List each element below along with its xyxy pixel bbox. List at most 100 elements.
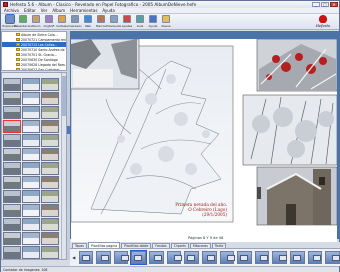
menu-album[interactable]: Album bbox=[52, 8, 65, 13]
photo-thumbnail[interactable] bbox=[41, 204, 59, 217]
photo-thumbnail[interactable] bbox=[41, 148, 59, 161]
photo-thumbnail[interactable] bbox=[3, 162, 21, 175]
photo-snowy-bench[interactable] bbox=[68, 38, 140, 90]
photo-thumbnail[interactable] bbox=[3, 106, 21, 119]
photo-thumbnail[interactable] bbox=[3, 134, 21, 147]
page-layout-template[interactable] bbox=[219, 251, 235, 264]
photo-caption[interactable]: Primera nevada del año. O Cebreiro (Lugo… bbox=[167, 202, 227, 217]
page-layout-template[interactable] bbox=[237, 251, 252, 264]
layout-photo-slot bbox=[173, 255, 182, 261]
photo-thumbnail[interactable] bbox=[3, 204, 21, 217]
photo-thumbnail[interactable] bbox=[22, 148, 40, 161]
image-edit-icon bbox=[45, 15, 53, 23]
photo-thumbnail[interactable] bbox=[3, 78, 21, 91]
folder-icon bbox=[16, 58, 20, 61]
photo-thumbnail[interactable] bbox=[3, 218, 21, 231]
photo-thumbnail[interactable] bbox=[22, 120, 40, 133]
page-indicator: Páginas 8 Y 9 de 48 bbox=[188, 236, 224, 240]
photo-thumbnail[interactable] bbox=[3, 92, 21, 105]
page-layout-template[interactable] bbox=[78, 251, 94, 264]
page-layout-template[interactable] bbox=[166, 251, 182, 264]
photo-thumbnail[interactable] bbox=[3, 246, 21, 259]
photo-thumbnail[interactable] bbox=[22, 232, 40, 245]
menu-archivo[interactable]: Archivo bbox=[4, 8, 19, 13]
menu-ayuda[interactable]: Ayuda bbox=[102, 8, 114, 13]
toolbar-button-web[interactable]: Web bbox=[82, 15, 94, 28]
photo-thumbnail[interactable] bbox=[41, 162, 59, 175]
toolbar-button-presentacion[interactable]: Presentacion bbox=[14, 15, 32, 28]
layout-photo-slot bbox=[154, 255, 163, 261]
page-layout-template[interactable] bbox=[325, 251, 340, 264]
folder-label: Album de Sierra Cala... bbox=[21, 32, 58, 37]
toolbar-button-impresion[interactable]: Impresion bbox=[68, 15, 82, 28]
album-spread: Primera nevada del año. O Cebreiro (Lugo… bbox=[68, 38, 338, 253]
photo-thumbnail[interactable] bbox=[22, 190, 40, 203]
thumbnail-grid bbox=[3, 78, 60, 259]
photo-thumbnail[interactable] bbox=[3, 190, 21, 203]
photo-thumbnail[interactable] bbox=[3, 232, 21, 245]
page-layout-template[interactable] bbox=[307, 251, 323, 264]
layout-photo-slot bbox=[81, 255, 90, 261]
toolbar-button-nueva[interactable]: Nueva bbox=[160, 15, 172, 28]
scrollbar-thumb[interactable] bbox=[62, 76, 66, 116]
photo-stone-church[interactable] bbox=[256, 166, 338, 226]
photo-thumbnail[interactable] bbox=[3, 176, 21, 189]
toolbar-button-guia[interactable]: Guia bbox=[134, 15, 146, 28]
layout-photo-slot bbox=[240, 255, 249, 261]
photo-thumbnail[interactable] bbox=[3, 148, 21, 161]
page-nav-arrow[interactable] bbox=[257, 187, 261, 199]
page-layout-template[interactable] bbox=[290, 251, 305, 264]
thumbnail-scrollbar[interactable] bbox=[61, 73, 66, 259]
photo-thumbnail[interactable] bbox=[41, 190, 59, 203]
minimize-button[interactable]: _ bbox=[312, 2, 320, 7]
photo-thumbnail[interactable] bbox=[41, 106, 59, 119]
album-canvas[interactable]: Primera nevada del año. O Cebreiro (Lugo… bbox=[68, 31, 340, 253]
photo-thumbnail[interactable] bbox=[41, 134, 59, 147]
menu-herramientas[interactable]: Herramientas bbox=[70, 8, 97, 13]
scroll-left-icon[interactable]: ◀ bbox=[72, 253, 76, 263]
photo-thumbnail[interactable] bbox=[41, 120, 59, 133]
toolbar-button-label: Previsualiz. bbox=[106, 24, 122, 28]
toolbar-button-previsualiz[interactable]: Previsualiz. bbox=[106, 15, 122, 28]
toolbar-button-imgsoft[interactable]: ImgSoft bbox=[43, 15, 55, 28]
page-layout-template[interactable] bbox=[184, 251, 199, 264]
page-layout-template[interactable] bbox=[272, 251, 288, 264]
photo-thumbnail[interactable] bbox=[41, 232, 59, 245]
photo-thumbnail[interactable] bbox=[22, 106, 40, 119]
maximize-button[interactable]: □ bbox=[321, 2, 329, 7]
photo-thumbnail[interactable] bbox=[22, 204, 40, 217]
toolbar-button-album[interactable]: Album bbox=[30, 15, 42, 28]
photo-thumbnail[interactable] bbox=[22, 246, 40, 259]
photo-thumbnail[interactable] bbox=[22, 92, 40, 105]
photo-thumbnail[interactable] bbox=[41, 218, 59, 231]
menu-ver[interactable]: Ver bbox=[41, 8, 48, 13]
photo-thumbnail[interactable] bbox=[41, 246, 59, 259]
page-layout-template[interactable] bbox=[149, 251, 164, 264]
close-button[interactable]: ✕ bbox=[330, 2, 338, 7]
photo-thumbnail[interactable] bbox=[22, 134, 40, 147]
toolbar-button-carteles[interactable]: Carteles bbox=[56, 15, 68, 28]
photo-thumbnail[interactable] bbox=[41, 92, 59, 105]
photo-thumbnail[interactable] bbox=[22, 162, 40, 175]
photo-thumbnail[interactable] bbox=[22, 176, 40, 189]
photo-thumbnail[interactable] bbox=[3, 120, 21, 133]
menu-editar[interactable]: Editar bbox=[24, 8, 36, 13]
photo-thumbnail[interactable] bbox=[41, 176, 59, 189]
folder-icon bbox=[16, 33, 20, 36]
page-layout-template[interactable] bbox=[201, 251, 217, 264]
toolbar-button-label: Carteles bbox=[56, 24, 68, 28]
page-layout-template[interactable] bbox=[130, 250, 148, 265]
folder-tree[interactable]: Album de Sierra Cala... 20070721 Campamen… bbox=[1, 31, 67, 71]
page-layout-template[interactable] bbox=[254, 251, 270, 264]
layout-photo-slot bbox=[120, 255, 129, 261]
page-layout-template[interactable] bbox=[96, 251, 111, 264]
photo-snowy-forest[interactable] bbox=[242, 94, 338, 166]
photo-thumbnail[interactable] bbox=[41, 78, 59, 91]
folder-tree-item[interactable]: 20070627 San Cristobal bbox=[2, 67, 66, 70]
photo-thumbnail[interactable] bbox=[22, 218, 40, 231]
toolbar-button-ayuda[interactable]: Ayuda bbox=[147, 15, 159, 28]
page-layout-template[interactable] bbox=[113, 251, 129, 264]
toolbar-button-ajustes[interactable]: Ajustes bbox=[121, 15, 133, 28]
photo-red-berries[interactable] bbox=[256, 38, 338, 92]
photo-thumbnail[interactable] bbox=[22, 78, 40, 91]
